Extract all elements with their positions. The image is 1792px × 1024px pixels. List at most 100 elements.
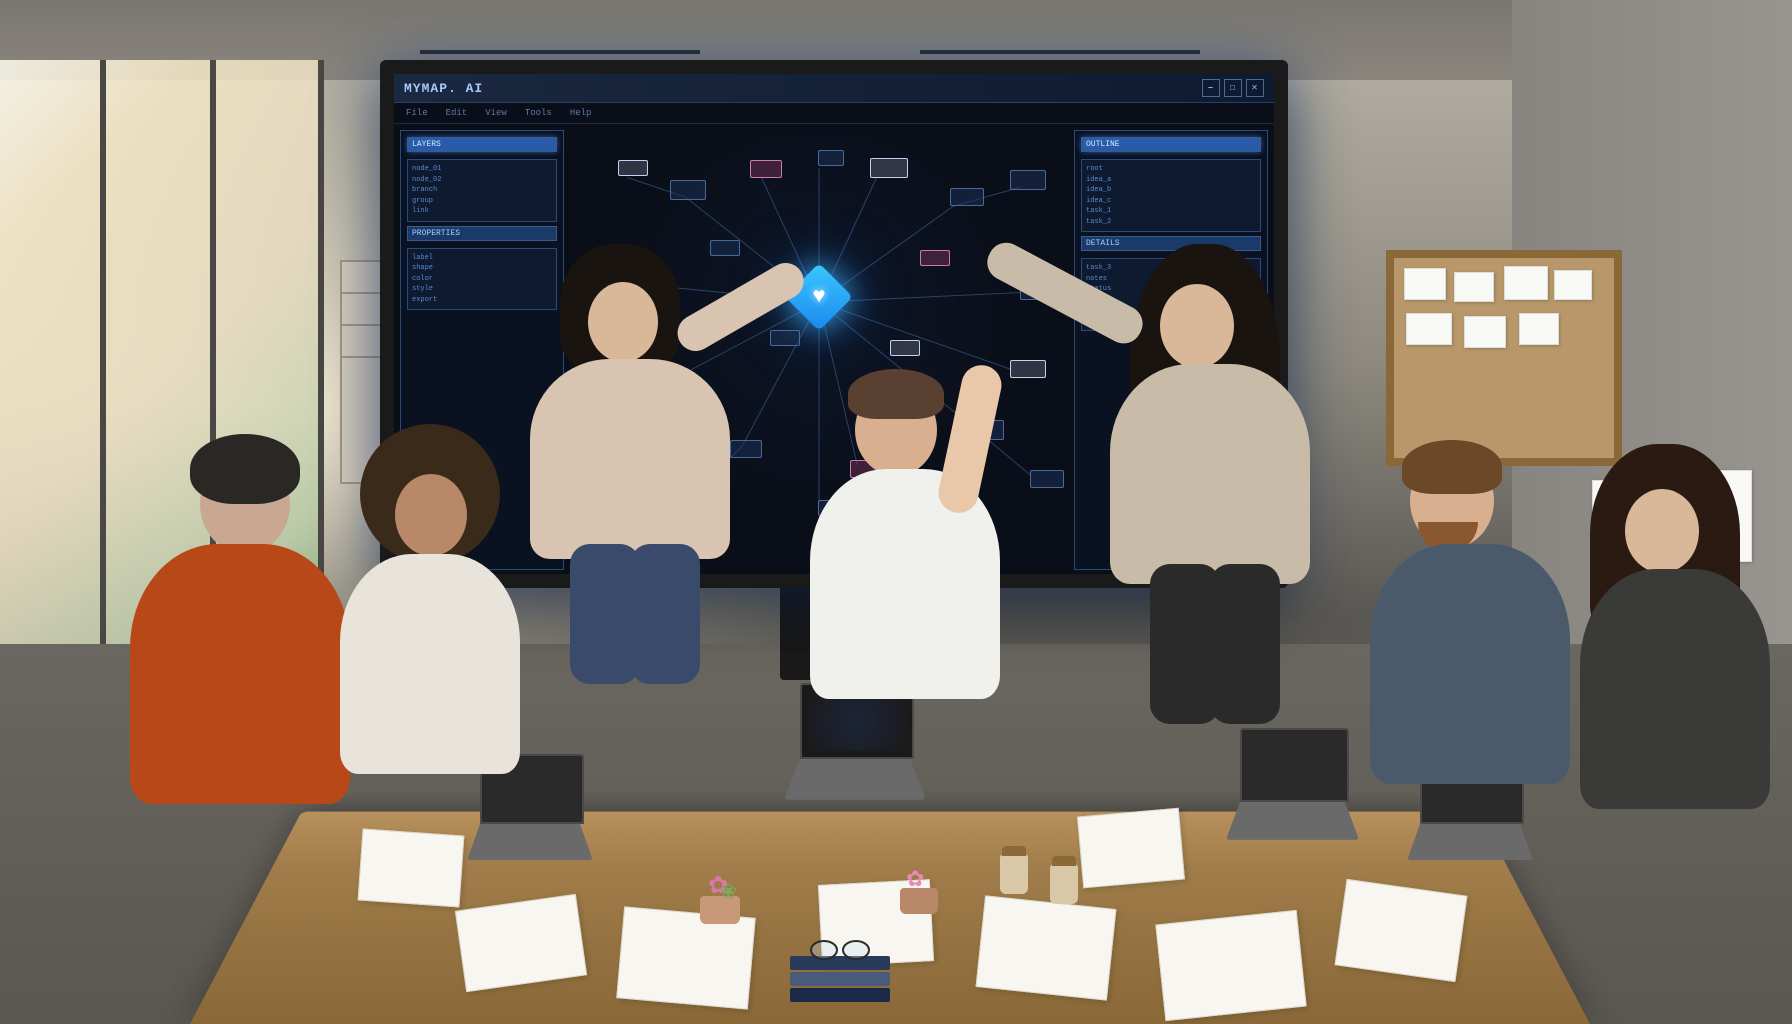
wall-paper (1680, 470, 1752, 562)
menu-item[interactable]: Help (570, 108, 592, 118)
laptop-icon (1420, 754, 1524, 874)
panel-line[interactable]: idea_c (1086, 196, 1256, 207)
map-node[interactable] (870, 158, 908, 178)
wall-paper (1592, 480, 1662, 568)
pendant-light-icon (920, 50, 1200, 54)
panel-line[interactable]: root (1086, 164, 1256, 175)
paper-diagram (1077, 808, 1185, 889)
panel-block: root idea_a idea_b idea_c task_1 task_2 (1081, 159, 1261, 232)
panel-line[interactable]: branch (412, 185, 552, 196)
panel-header[interactable]: LAYERS (407, 137, 557, 152)
app-titlebar: MYMAP. AI – ☐ ✕ (394, 74, 1274, 103)
coffee-cup-icon (1000, 854, 1028, 894)
menu-item[interactable]: Tools (525, 108, 552, 118)
panel-line[interactable]: priority (1086, 316, 1256, 327)
panel-line[interactable]: export (412, 295, 552, 306)
panel-header[interactable]: PROPERTIES (407, 226, 557, 241)
map-node[interactable] (618, 160, 648, 176)
maximize-icon[interactable]: ☐ (1224, 79, 1242, 97)
map-node[interactable] (818, 150, 844, 166)
map-node[interactable] (1010, 170, 1046, 190)
panel-block: node_01 node_02 branch group link (407, 159, 557, 222)
heart-icon: ♥ (812, 283, 825, 309)
panel-line[interactable]: shape (412, 263, 552, 274)
plant-icon: ✿ ❀ (700, 896, 740, 924)
coffee-cup-icon (1050, 864, 1078, 904)
meeting-scene: MYMAP. AI – ☐ ✕ File Edit View Tools Hel… (0, 0, 1792, 1024)
panel-line[interactable]: link (412, 206, 552, 217)
window-mullion (318, 60, 324, 700)
map-node[interactable] (730, 440, 762, 458)
pendant-light-icon (420, 50, 700, 54)
menu-item[interactable]: View (485, 108, 507, 118)
paper-diagram (358, 829, 465, 908)
panel-block: label shape color style export (407, 248, 557, 311)
map-node[interactable] (670, 500, 702, 518)
map-node[interactable] (750, 160, 782, 178)
mindmap-canvas[interactable]: ♥ (570, 130, 1068, 570)
app-title: MYMAP. AI (404, 81, 483, 96)
eyeglasses-icon (810, 940, 870, 958)
window-mullion (100, 60, 106, 700)
panel-line[interactable]: node_02 (412, 175, 552, 186)
panel-line[interactable]: style (412, 284, 552, 295)
panel-line[interactable]: color (412, 274, 552, 285)
laptop-icon (800, 683, 914, 814)
map-node[interactable] (890, 340, 920, 356)
map-node[interactable] (970, 420, 1004, 440)
paper-diagram (455, 894, 587, 992)
laptop-icon (1240, 728, 1349, 854)
panel-line[interactable]: owner (1086, 295, 1256, 306)
paper-diagram (1155, 910, 1306, 1021)
map-node[interactable] (1020, 280, 1058, 300)
panel-line[interactable]: notes (1086, 274, 1256, 285)
pinned-note (1464, 316, 1506, 348)
pinned-note (1504, 266, 1548, 300)
app-menubar: File Edit View Tools Help (394, 103, 1274, 124)
map-node[interactable] (850, 460, 886, 478)
panel-line[interactable]: label (412, 253, 552, 264)
pinned-note (1404, 268, 1446, 300)
map-node[interactable] (640, 380, 676, 400)
pinned-note (1519, 313, 1559, 345)
map-node[interactable] (610, 270, 644, 288)
map-node[interactable] (1030, 470, 1064, 488)
panel-block: task_3 notes status owner date priority (1081, 258, 1261, 331)
laptop-icon (480, 754, 584, 874)
wall-display: MYMAP. AI – ☐ ✕ File Edit View Tools Hel… (380, 60, 1288, 588)
right-panel: OUTLINE root idea_a idea_b idea_c task_1… (1074, 130, 1268, 570)
window-mullion (210, 60, 216, 700)
panel-line[interactable]: task_3 (1086, 263, 1256, 274)
map-node[interactable] (920, 250, 950, 266)
pinned-note (1554, 270, 1592, 300)
minimize-icon[interactable]: – (1202, 79, 1220, 97)
panel-header[interactable]: DETAILS (1081, 236, 1261, 251)
panel-line[interactable]: idea_a (1086, 175, 1256, 186)
corkboard (1386, 250, 1622, 466)
plant-icon: ✿ (900, 888, 938, 914)
map-node[interactable] (770, 330, 800, 346)
panel-line[interactable]: idea_b (1086, 185, 1256, 196)
map-node[interactable] (670, 180, 706, 200)
paper-diagram (1335, 879, 1468, 982)
paper-diagram (976, 895, 1117, 1000)
panel-line[interactable]: status (1086, 284, 1256, 295)
panel-line[interactable]: node_01 (412, 164, 552, 175)
map-node[interactable] (1010, 360, 1046, 378)
window-wall (0, 60, 320, 700)
panel-line[interactable]: date (1086, 305, 1256, 316)
panel-line[interactable]: task_2 (1086, 217, 1256, 228)
book-stack (790, 956, 890, 1004)
close-icon[interactable]: ✕ (1246, 79, 1264, 97)
menu-item[interactable]: File (406, 108, 428, 118)
panel-line[interactable]: group (412, 196, 552, 207)
pinned-note (1406, 313, 1452, 345)
panel-line[interactable]: task_1 (1086, 206, 1256, 217)
map-node[interactable] (950, 188, 984, 206)
menu-item[interactable]: Edit (446, 108, 468, 118)
left-panel: LAYERS node_01 node_02 branch group link… (400, 130, 564, 570)
map-node[interactable] (710, 240, 740, 256)
panel-header[interactable]: OUTLINE (1081, 137, 1261, 152)
map-node[interactable] (818, 500, 844, 516)
map-node[interactable] (590, 440, 622, 458)
